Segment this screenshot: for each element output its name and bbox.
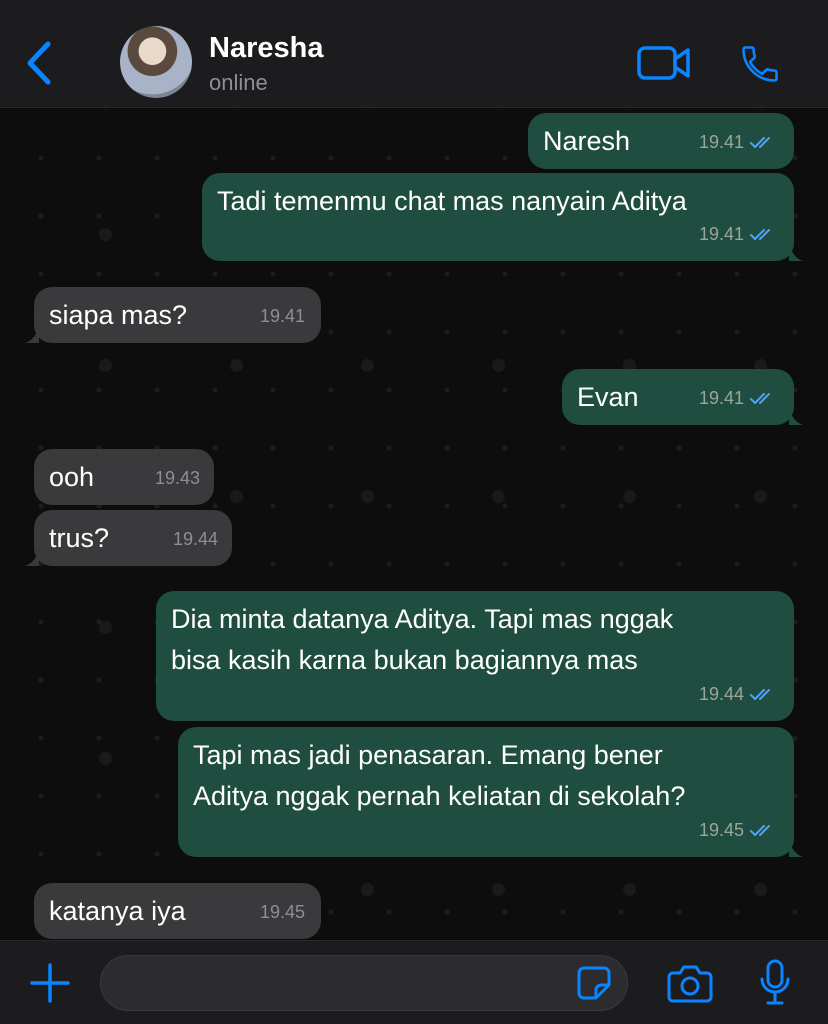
- bubble-tail: [789, 837, 803, 857]
- message-text: ooh: [49, 462, 95, 492]
- avatar[interactable]: [120, 26, 192, 98]
- message-timestamp: 19.41: [699, 122, 776, 163]
- message-timestamp: 19.41: [699, 378, 776, 419]
- contact-name[interactable]: Naresha: [209, 32, 323, 65]
- message-outgoing[interactable]: Naresh 19.41: [528, 113, 794, 169]
- message-incoming[interactable]: siapa mas? 19.41: [25, 287, 321, 343]
- message-outgoing[interactable]: Evan 19.41: [562, 369, 803, 425]
- message-outgoing[interactable]: Tapi mas jadi penasaran. Emang bener Adi…: [178, 727, 803, 857]
- message-timestamp: 19.43: [154, 468, 200, 488]
- message-incoming[interactable]: katanya iya 19.45: [34, 883, 321, 939]
- read-receipt-icon: [750, 393, 770, 405]
- message-list[interactable]: Naresh 19.41 Tadi temenmu chat mas nanya…: [0, 109, 828, 939]
- composer-bar: [0, 940, 828, 1024]
- read-receipt-icon: [750, 689, 770, 701]
- bubble-tail: [789, 241, 803, 261]
- message-incoming[interactable]: trus? 19.44: [25, 510, 232, 566]
- message-timestamp: 19.45: [259, 902, 305, 922]
- message-text: Tapi mas jadi penasaran. Emang bener Adi…: [193, 740, 686, 811]
- microphone-icon[interactable]: [758, 959, 792, 1007]
- message-text: Naresh: [543, 126, 631, 156]
- bubble-tail: [25, 546, 39, 566]
- message-timestamp: 19.41: [699, 214, 776, 255]
- video-camera-icon[interactable]: [637, 44, 691, 82]
- message-timestamp: 19.45: [699, 810, 776, 851]
- message-text: siapa mas?: [49, 300, 188, 330]
- message-timestamp: 19.44: [172, 529, 218, 549]
- camera-icon[interactable]: [667, 963, 713, 1003]
- phone-icon[interactable]: [738, 42, 782, 86]
- message-timestamp: 19.41: [259, 306, 305, 326]
- read-receipt-icon: [750, 229, 770, 241]
- message-text: trus?: [49, 523, 110, 553]
- message-timestamp: 19.44: [699, 674, 776, 715]
- message-outgoing[interactable]: Dia minta datanya Aditya. Tapi mas nggak…: [156, 591, 794, 721]
- bubble-tail: [789, 405, 803, 425]
- plus-icon[interactable]: [30, 963, 70, 1003]
- message-text: Tadi temenmu chat mas nanyain Aditya: [217, 186, 687, 216]
- read-receipt-icon: [750, 825, 770, 837]
- bubble-tail: [25, 323, 39, 343]
- message-incoming[interactable]: ooh 19.43: [34, 449, 214, 505]
- contact-status: online: [209, 70, 268, 95]
- message-text: Dia minta datanya Aditya. Tapi mas nggak…: [171, 604, 674, 675]
- chevron-left-icon[interactable]: [18, 38, 58, 88]
- message-text: Evan: [577, 382, 639, 412]
- read-receipt-icon: [750, 137, 770, 149]
- message-text: katanya iya: [49, 896, 186, 926]
- message-input[interactable]: [100, 955, 628, 1011]
- sticker-icon[interactable]: [576, 965, 612, 1001]
- message-outgoing[interactable]: Tadi temenmu chat mas nanyain Aditya 19.…: [202, 173, 803, 261]
- chat-header: Naresha online: [0, 0, 828, 108]
